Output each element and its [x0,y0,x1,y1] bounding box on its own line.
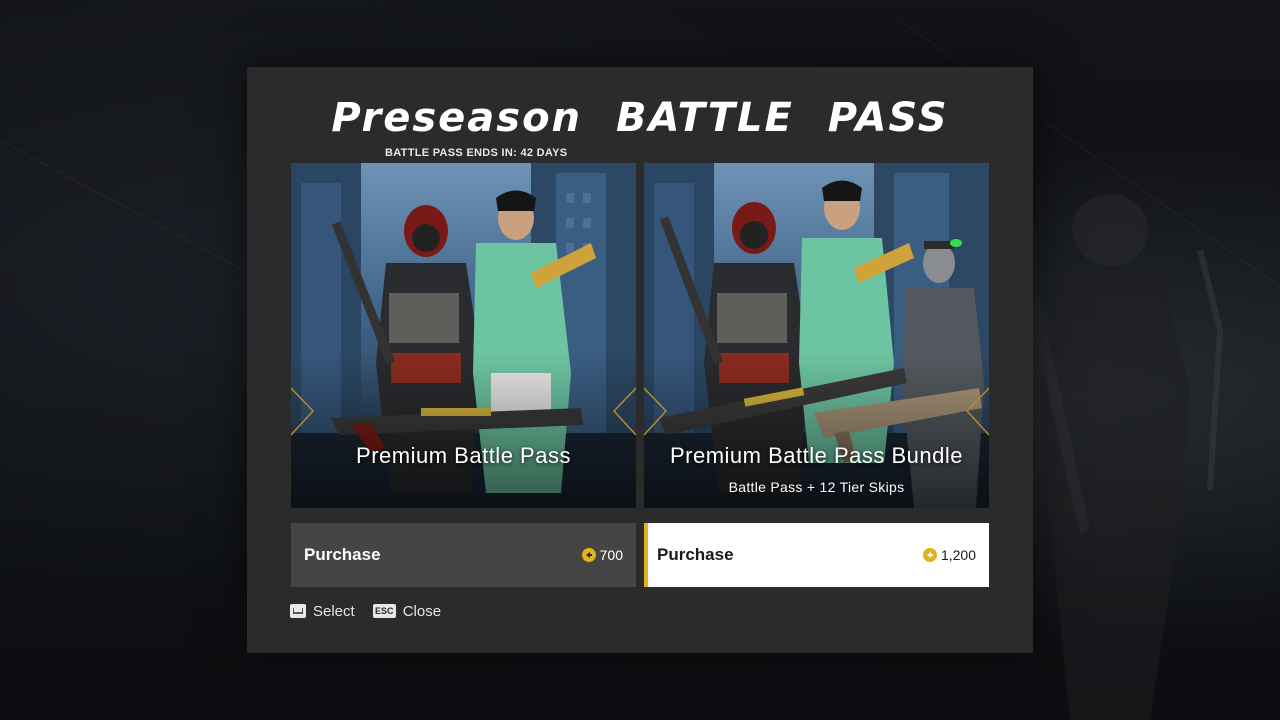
select-hint[interactable]: Select [290,603,355,620]
offer-subtitle: Battle Pass + 12 Tier Skips [728,479,905,495]
price-value: 700 [599,547,623,563]
offer-title: Premium Battle Pass [356,443,571,468]
select-label: Select [313,602,355,620]
modal-title: Preseason BATTLE PASS [331,95,949,141]
background-soldier-silhouette [1030,194,1224,720]
purchase-label: Purchase [657,545,734,564]
offer-card-premium-battle-pass[interactable]: Premium Battle Pass [291,163,636,508]
store-screen: Preseason BATTLE PASS BATTLE PASS ENDS I… [0,0,1280,720]
space-key-icon [290,604,306,618]
price-value: 1,200 [940,547,976,563]
purchase-label: Purchase [304,545,381,564]
purchase-battle-pass-bundle-button[interactable]: Purchase 1,200 [644,523,989,587]
offer-card-premium-battle-pass-bundle[interactable]: Premium Battle Pass Bundle Battle Pass +… [644,163,989,508]
purchase-battle-pass-button[interactable]: Purchase 700 [291,523,636,587]
battle-pass-modal: Preseason BATTLE PASS BATTLE PASS ENDS I… [247,67,1033,653]
coin-icon [581,548,596,562]
close-label: Close [402,602,442,620]
close-hint[interactable]: ESC Close [372,602,442,620]
offer-title: Premium Battle Pass Bundle [669,443,964,468]
battle-pass-countdown: BATTLE PASS ENDS IN: 42 DAYS [385,147,568,159]
price: 1,200 [922,547,976,563]
esc-key-icon: ESC [372,604,396,618]
control-hints: Select ESC Close [290,601,459,621]
price: 700 [581,547,623,563]
coin-icon [922,548,937,562]
